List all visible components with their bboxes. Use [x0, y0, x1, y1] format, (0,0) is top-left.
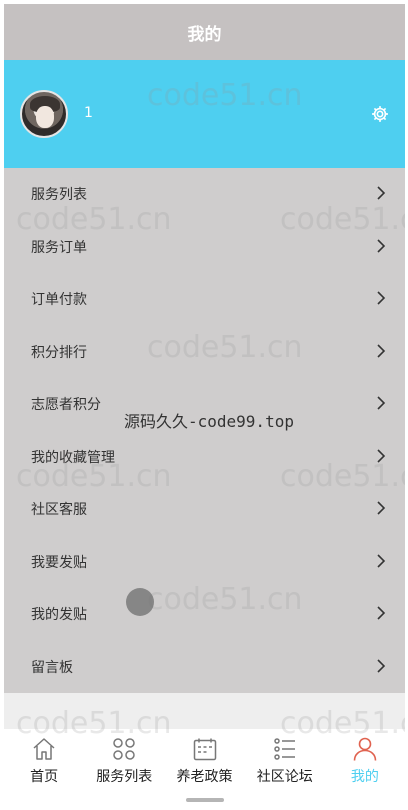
chevron-right-icon [377, 553, 386, 568]
chevron-right-icon [377, 501, 386, 515]
content-footer-space [4, 693, 405, 729]
chevron-right-icon [377, 238, 386, 253]
menu-item-points-ranking[interactable]: 积分排行 [4, 326, 405, 379]
menu-item-favorites[interactable]: 我的收藏管理 [4, 431, 405, 484]
tab-mine[interactable]: 我的 [325, 729, 405, 789]
title-bar: 我的 [4, 4, 405, 60]
menu-item-service-orders[interactable]: 服务订单 [4, 221, 405, 274]
username: 1 [84, 105, 93, 121]
tab-label: 服务列表 [96, 769, 153, 785]
chevron-right-icon [377, 448, 386, 463]
profile-header: 1 [4, 60, 405, 168]
chevron-right-icon [377, 396, 386, 410]
gear-icon[interactable] [370, 104, 390, 124]
menu-item-service-list[interactable]: 服务列表 [4, 168, 405, 221]
chevron-right-icon [377, 658, 386, 673]
touch-indicator [126, 588, 154, 616]
chevron-right-icon [377, 606, 386, 620]
bottom-tab-bar: 首页 服务列表 养老政策 社区论坛 我的 [4, 729, 405, 789]
home-icon [33, 738, 55, 760]
menu-item-order-payment[interactable]: 订单付款 [4, 273, 405, 326]
phone-screen: 我的 1 服务列表 服务订单 订单付款 积分排行 志愿者积分 我的收藏管理 社区… [4, 4, 405, 810]
menu-item-my-posts[interactable]: 我的发贴 [4, 588, 405, 641]
grid-icon [113, 738, 136, 760]
tab-service-list[interactable]: 服务列表 [84, 729, 164, 789]
menu-item-label: 我的发贴 [31, 607, 87, 624]
tab-label: 社区论坛 [256, 769, 313, 785]
chevron-right-icon [377, 343, 386, 358]
list-icon [273, 738, 295, 760]
home-indicator-area [4, 789, 405, 810]
tab-home[interactable]: 首页 [4, 729, 84, 789]
watermark-center-text: 源码久久-code99.top [124, 412, 294, 431]
page-title: 我的 [187, 24, 222, 45]
menu-item-label: 积分排行 [31, 344, 87, 361]
menu-item-customer-service[interactable]: 社区客服 [4, 483, 405, 536]
calendar-icon [193, 738, 216, 761]
tab-label: 养老政策 [176, 769, 233, 785]
menu-item-message-board[interactable]: 留言板 [4, 641, 405, 694]
menu-item-label: 服务订单 [31, 239, 87, 256]
home-indicator[interactable] [186, 798, 224, 802]
tab-elderly-policy[interactable]: 养老政策 [164, 729, 244, 789]
menu-item-label: 我要发贴 [31, 554, 87, 571]
tab-label: 我的 [350, 769, 379, 785]
menu-item-label: 服务列表 [31, 187, 87, 204]
tab-label: 首页 [30, 769, 59, 785]
avatar[interactable] [20, 90, 68, 138]
avatar-face [36, 106, 54, 128]
chevron-right-icon [377, 186, 386, 200]
tab-community-forum[interactable]: 社区论坛 [245, 729, 325, 789]
menu-item-label: 订单付款 [31, 292, 87, 309]
menu-item-label: 社区客服 [31, 502, 87, 519]
menu-item-new-post[interactable]: 我要发贴 [4, 536, 405, 589]
chevron-right-icon [377, 291, 386, 305]
menu-item-label: 留言板 [31, 659, 73, 676]
menu-item-label: 志愿者积分 [31, 397, 101, 414]
menu-item-label: 我的收藏管理 [31, 449, 115, 466]
user-icon [353, 737, 377, 761]
